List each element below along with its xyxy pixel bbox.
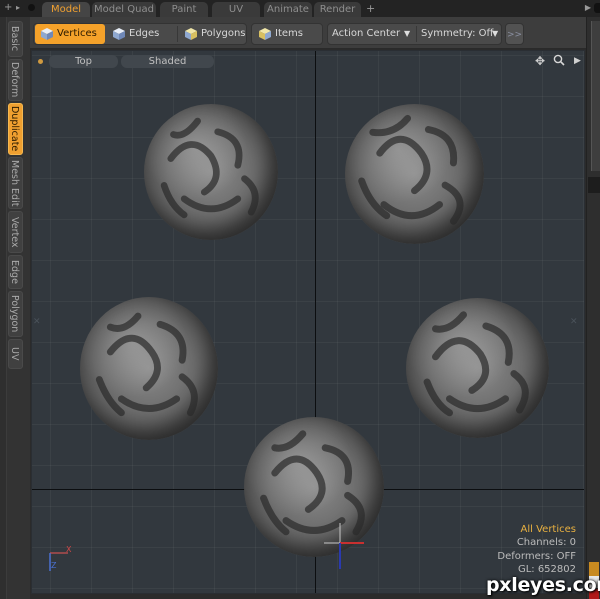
tab-animate[interactable]: Animate <box>264 2 312 17</box>
hud-deformers: Deformers: OFF <box>497 551 576 562</box>
tool-tabs-sidebar: Basic Deform Duplicate Mesh Edit Vertex … <box>0 17 30 599</box>
symmetry-label: Symmetry: Off <box>421 28 494 39</box>
sidebar-tab-polygon[interactable]: Polygon <box>8 291 23 337</box>
sphere-object-3[interactable] <box>80 297 218 440</box>
toolbar-divider <box>177 26 178 42</box>
grid-marker-left: ✕ <box>33 317 41 327</box>
sidebar-tab-mesh-edit[interactable]: Mesh Edit <box>8 157 23 209</box>
tab-bar-edge <box>594 3 600 13</box>
items-group: Items <box>251 23 323 45</box>
grid-marker-right: ✕ <box>570 317 578 327</box>
tab-model[interactable]: Model <box>42 2 90 17</box>
sidebar-tab-uv[interactable]: UV <box>8 339 23 369</box>
tab-uv[interactable]: UV <box>212 2 260 17</box>
sphere-object-4[interactable] <box>406 298 549 438</box>
sphere-object-2[interactable] <box>345 104 484 244</box>
viewport-header: Top Shaded ✥ ▶ <box>32 51 584 73</box>
add-tab-button[interactable]: + <box>366 2 375 15</box>
selection-toolbar: Vertices Edges Polygons Items Action Cen… <box>30 17 586 49</box>
right-panel-edge <box>586 17 600 599</box>
symmetry-dropdown[interactable]: Symmetry: Off ▼ <box>417 24 503 44</box>
right-panel-scroll[interactable] <box>591 21 600 171</box>
knot-pattern <box>358 114 464 225</box>
view-type-dropdown[interactable]: Top <box>49 55 118 68</box>
vertices-button[interactable]: Vertices <box>35 24 105 44</box>
sphere-object-1[interactable] <box>144 104 278 240</box>
viewport-menu-dot-icon[interactable] <box>38 59 43 64</box>
axis-z-label: Z <box>51 561 57 570</box>
move-view-icon[interactable]: ✥ <box>535 54 545 68</box>
items-button[interactable]: Items <box>253 24 321 44</box>
right-panel-divider <box>588 177 600 193</box>
sidebar-tab-basic[interactable]: Basic <box>8 21 23 57</box>
action-symmetry-group: Action Center ▼ Symmetry: Off ▼ <box>327 23 502 45</box>
hud-channels: Channels: 0 <box>516 537 576 548</box>
hud-selection-mode: All Vertices <box>520 524 576 535</box>
tab-model-quad[interactable]: Model Quad <box>92 2 156 17</box>
shading-mode-dropdown[interactable]: Shaded <box>121 55 214 68</box>
tab-render[interactable]: Render <box>314 2 361 17</box>
selection-mode-group: Vertices Edges Polygons <box>33 23 247 45</box>
add-layout-icon[interactable]: + <box>4 2 12 14</box>
layout-tab-bar: + ▸ Model Model Quad Paint UV Animate Re… <box>0 0 600 17</box>
sidebar-collapse-strip[interactable] <box>0 17 7 599</box>
more-tools-button[interactable]: >> <box>505 23 524 45</box>
action-center-dropdown[interactable]: Action Center ▼ <box>328 24 416 44</box>
action-center-label: Action Center <box>332 28 401 39</box>
chevron-down-icon: ▼ <box>492 29 499 38</box>
axis-x-label: X <box>66 545 72 554</box>
vertices-label: Vertices <box>57 28 97 39</box>
knot-pattern <box>423 311 529 417</box>
chevron-down-icon: ▼ <box>404 29 411 38</box>
transform-gizmo[interactable] <box>322 521 372 571</box>
cube-edges-icon <box>113 28 125 40</box>
edges-button[interactable]: Edges <box>107 24 177 44</box>
3d-viewport[interactable]: Top Shaded ✥ ▶ ✕ ✕ X Z All Vertices Chan… <box>31 50 585 594</box>
edges-label: Edges <box>129 28 160 39</box>
watermark-text: pxleyes.com <box>486 574 600 596</box>
record-dot-icon <box>28 4 35 11</box>
tab-paint[interactable]: Paint <box>160 2 208 17</box>
polygons-label: Polygons <box>201 28 246 39</box>
cube-items-icon <box>259 28 271 40</box>
sidebar-tab-edge[interactable]: Edge <box>8 255 23 289</box>
knot-pattern <box>95 312 198 417</box>
zoom-view-icon[interactable] <box>553 54 565 69</box>
sidebar-tab-deform[interactable]: Deform <box>8 59 23 101</box>
tab-overflow-icon[interactable]: ▶ <box>585 3 591 12</box>
items-label: Items <box>275 28 303 39</box>
sidebar-tab-duplicate[interactable]: Duplicate <box>8 103 23 155</box>
cube-polygons-icon <box>185 28 197 40</box>
sidebar-tab-vertex[interactable]: Vertex <box>8 211 23 253</box>
expand-arrow-icon[interactable]: ▶ <box>574 54 581 68</box>
polygons-button[interactable]: Polygons <box>179 24 247 44</box>
play-arrow-icon[interactable]: ▸ <box>16 2 20 14</box>
cube-vertices-icon <box>41 28 53 40</box>
knot-pattern <box>160 117 259 219</box>
